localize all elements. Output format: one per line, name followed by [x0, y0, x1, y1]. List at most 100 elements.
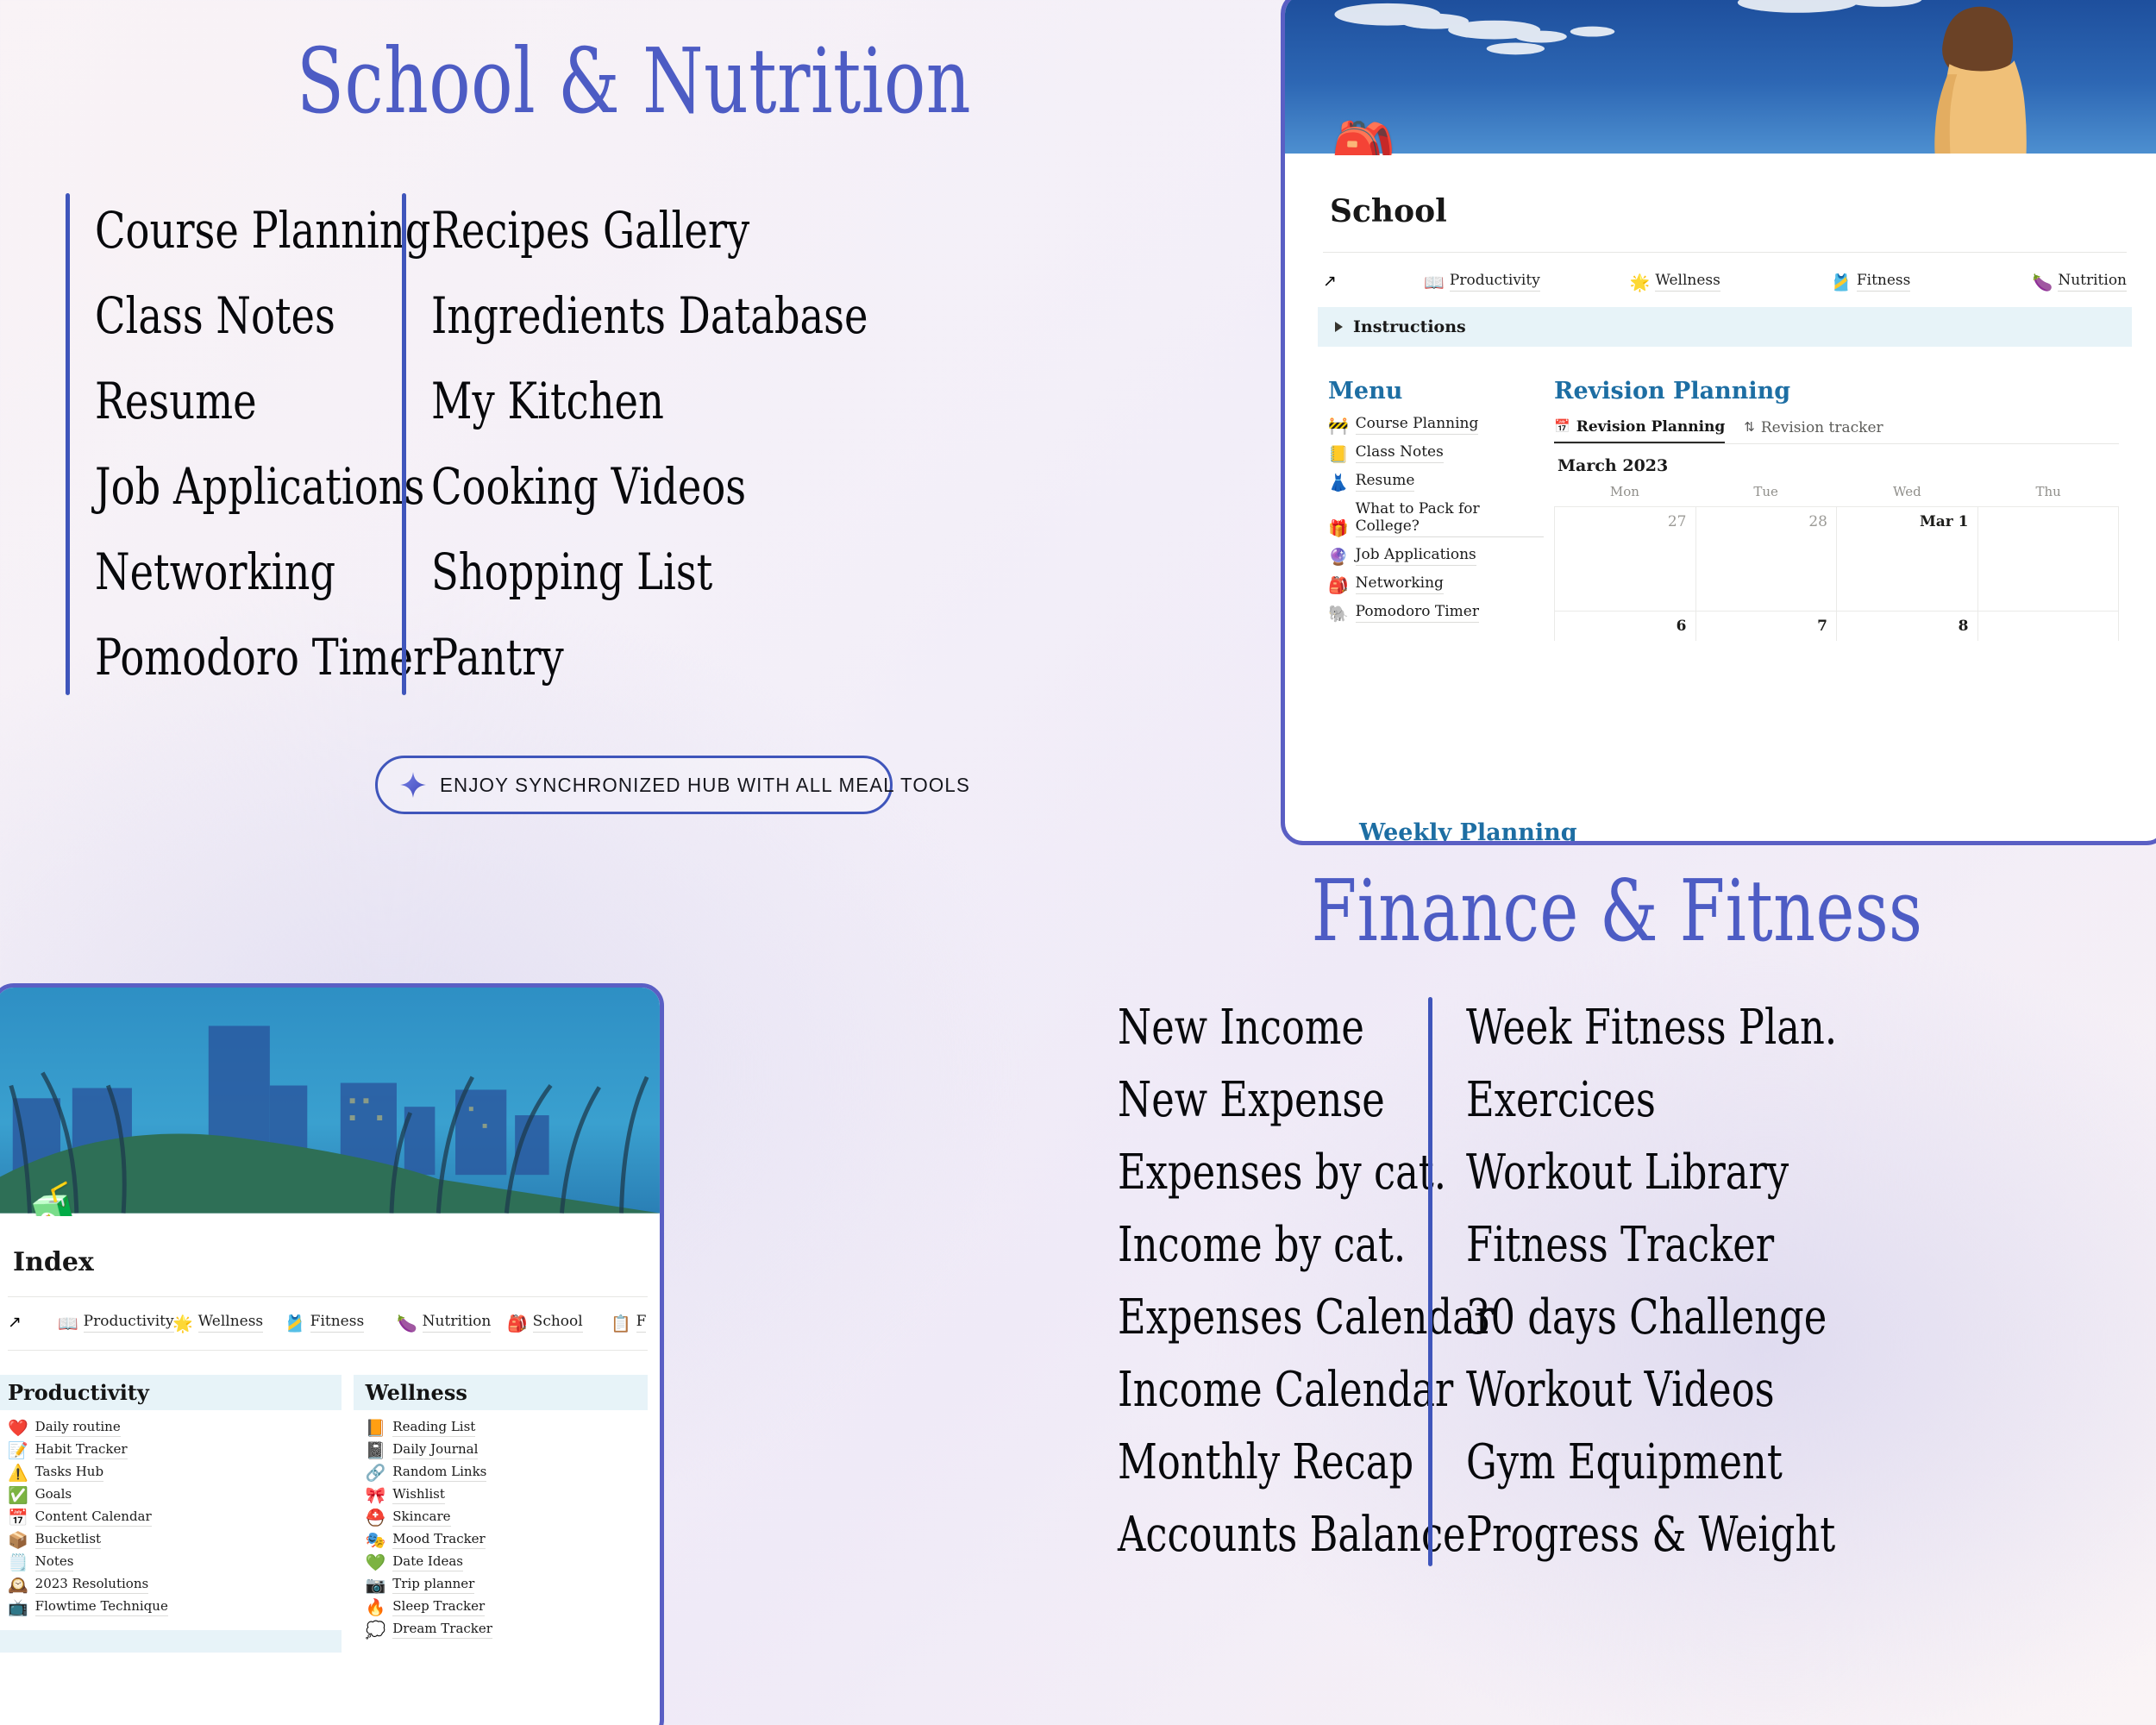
list-item[interactable]: Income by cat.: [1118, 1209, 1406, 1282]
list-item[interactable]: 🔗 Random Links: [366, 1464, 660, 1482]
list-item[interactable]: Class Notes: [95, 273, 341, 359]
note-icon: 🗒️: [8, 1554, 28, 1572]
list-item[interactable]: 📷 Trip planner: [366, 1576, 660, 1594]
list-item[interactable]: ⛑️ Skincare: [366, 1509, 660, 1527]
list-item[interactable]: 🎒 Networking: [1328, 574, 1544, 594]
list-item[interactable]: 📙 Reading List: [366, 1419, 660, 1437]
thought-icon: 💭: [365, 1622, 386, 1640]
section-header: Productivity: [0, 1375, 342, 1410]
list-item[interactable]: 🕰️ 2023 Resolutions: [8, 1576, 354, 1594]
nav-item-label: F: [636, 1313, 647, 1333]
nav-item-nutrition[interactable]: 🍆 Nutrition: [2033, 272, 2127, 292]
list-item[interactable]: Income Calendar: [1118, 1354, 1453, 1427]
list-item[interactable]: 🗒️ Notes: [8, 1553, 354, 1571]
list-item[interactable]: 📓 Daily Journal: [366, 1441, 660, 1459]
list-item[interactable]: Resume: [95, 359, 341, 444]
list-item[interactable]: 📅 Content Calendar: [8, 1509, 354, 1527]
calendar-day-cell[interactable]: 7: [1696, 612, 1837, 641]
nav-item-productivity[interactable]: 📖 Productivity: [1424, 272, 1629, 292]
list-item[interactable]: 🎁 What to Pack for College?: [1328, 500, 1544, 537]
nav-item-fitness[interactable]: 🎽 Fitness: [1831, 272, 2032, 292]
list-item[interactable]: Pantry: [431, 615, 868, 700]
nav-item-productivity[interactable]: 📖 Productivity: [58, 1313, 174, 1333]
list-item[interactable]: Job Applications: [95, 444, 424, 530]
list-item-label: Dream Tracker: [392, 1621, 492, 1639]
list-item[interactable]: Workout Videos: [1466, 1354, 1837, 1427]
list-item[interactable]: 💭 Dream Tracker: [366, 1621, 660, 1639]
list-item[interactable]: Expenses by cat.: [1118, 1137, 1446, 1209]
list-item[interactable]: Gym Equipment: [1466, 1427, 1837, 1499]
list-item[interactable]: Cooking Videos: [431, 444, 868, 530]
list-item[interactable]: My Kitchen: [431, 359, 868, 444]
calendar-day-cell[interactable]: 8: [1837, 612, 1978, 641]
list-item[interactable]: Progress & Weight: [1466, 1499, 1837, 1571]
list-item[interactable]: Ingredients Database: [431, 273, 868, 359]
day-number: 7: [1817, 618, 1827, 635]
list-item-label: Networking: [1355, 574, 1444, 594]
list-item[interactable]: 🔥 Sleep Tracker: [366, 1598, 660, 1616]
list-item[interactable]: Expenses Calendar: [1118, 1282, 1494, 1354]
list-item[interactable]: Exercices: [1466, 1064, 1837, 1137]
nav-item-home[interactable]: ↗: [8, 1314, 58, 1331]
check-icon: ✅: [8, 1487, 28, 1505]
calendar-day-cell[interactable]: [1978, 507, 2119, 611]
nav-item-wellness[interactable]: 🌟 Wellness: [1630, 272, 1831, 292]
list-item[interactable]: Pomodoro Timer: [95, 615, 432, 700]
nav-item-label: Fitness: [310, 1313, 365, 1333]
list-item[interactable]: ✅ Goals: [8, 1486, 354, 1504]
nav-item-school[interactable]: 🎒 School: [507, 1313, 611, 1333]
list-item[interactable]: Workout Library: [1466, 1137, 1837, 1209]
productivity-list: ❤️ Daily routine 📝 Habit Tracker ⚠️ Tasks H…: [8, 1419, 354, 1616]
list-item[interactable]: Course Planning: [95, 188, 430, 273]
list-item[interactable]: 🎀 Wishlist: [366, 1486, 660, 1504]
list-item-label: Skincare: [392, 1509, 451, 1527]
nav-item-nutrition[interactable]: 🍆 Nutrition: [397, 1313, 507, 1333]
list-item[interactable]: New Income: [1118, 992, 1364, 1064]
list-item[interactable]: 30 days Challenge: [1466, 1282, 1837, 1354]
list-item[interactable]: Monthly Recap: [1118, 1427, 1413, 1499]
list-item[interactable]: New Expense: [1118, 1064, 1385, 1137]
synchronized-hub-badge[interactable]: ENJOY SYNCHRONIZED HUB WITH ALL MEAL TOO…: [375, 756, 969, 814]
calendar-day-cell[interactable]: 27: [1554, 507, 1696, 611]
day-number: 8: [1958, 618, 1969, 635]
nav-item-label: Productivity: [83, 1313, 174, 1333]
tab-revision-planning[interactable]: 📅 Revision Planning: [1554, 418, 1726, 443]
helmet-icon: ⛑️: [365, 1509, 386, 1527]
list-item[interactable]: Week Fitness Plan.: [1466, 992, 1837, 1064]
list-item[interactable]: 📦 Bucketlist: [8, 1531, 354, 1549]
list-item-label: Sleep Tracker: [392, 1598, 486, 1616]
nav-item-finance[interactable]: 📋 F: [611, 1313, 647, 1333]
list-item[interactable]: 🎭 Mood Tracker: [366, 1531, 660, 1549]
list-item[interactable]: 👗 Resume: [1328, 472, 1544, 492]
list-item[interactable]: 🔮 Job Applications: [1328, 546, 1544, 566]
page-title: Index: [13, 1247, 94, 1277]
list-item[interactable]: 🚧 Course Planning: [1328, 415, 1544, 435]
backpack-icon: 🎒: [507, 1315, 528, 1333]
list-item[interactable]: ❤️ Daily routine: [8, 1419, 354, 1437]
jersey-icon: 🎽: [1831, 274, 1852, 292]
nav-item-home[interactable]: ↗: [1323, 273, 1424, 290]
nav-item-fitness[interactable]: 🎽 Fitness: [285, 1313, 397, 1333]
tab-revision-tracker[interactable]: ⇅ Revision tracker: [1744, 419, 1883, 442]
list-item[interactable]: Recipes Gallery: [431, 188, 868, 273]
calendar-day-cell[interactable]: Mar 1: [1837, 507, 1978, 611]
list-item[interactable]: 💚 Date Ideas: [366, 1553, 660, 1571]
list-item[interactable]: Networking: [95, 530, 341, 615]
section-title: Wellness: [365, 1380, 467, 1405]
list-item[interactable]: Shopping List: [431, 530, 868, 615]
instructions-callout[interactable]: Instructions: [1318, 307, 2132, 347]
list-item[interactable]: 📒 Class Notes: [1328, 443, 1544, 463]
list-item[interactable]: Fitness Tracker: [1466, 1209, 1837, 1282]
calendar-day-cell[interactable]: [1978, 612, 2119, 641]
chevron-right-icon[interactable]: [1335, 322, 1343, 332]
calendar-day-cell[interactable]: 28: [1696, 507, 1837, 611]
list-item[interactable]: 📝 Habit Tracker: [8, 1441, 354, 1459]
calendar-day-cell[interactable]: 6: [1554, 612, 1696, 641]
nav-item-wellness[interactable]: 🌟 Wellness: [172, 1313, 285, 1333]
cone-icon: 🚧: [1328, 417, 1349, 436]
list-item[interactable]: 🐘 Pomodoro Timer: [1328, 603, 1544, 623]
list-item[interactable]: Accounts Balance: [1118, 1499, 1466, 1571]
list-item[interactable]: ⚠️ Tasks Hub: [8, 1464, 354, 1482]
sparkle-icon: [400, 772, 426, 798]
list-item[interactable]: 📺 Flowtime Technique: [8, 1598, 354, 1616]
